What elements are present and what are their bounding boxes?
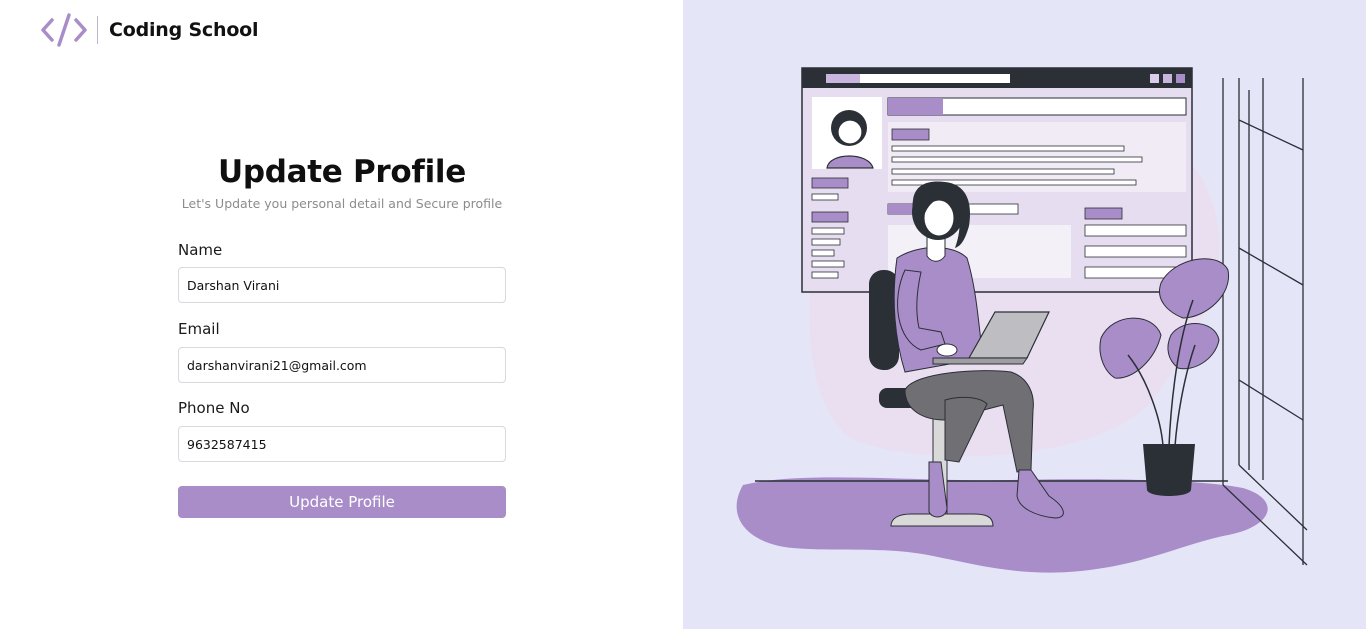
name-label: Name [178,241,223,259]
brand[interactable]: Coding School [40,12,259,48]
email-field[interactable] [178,347,506,383]
page-subtitle: Let's Update you personal detail and Sec… [181,196,503,211]
brand-divider [97,16,98,44]
brand-name: Coding School [109,19,259,41]
code-brackets-icon [41,13,87,47]
illustration-panel [683,0,1366,629]
page-title: Update Profile [218,154,466,190]
woman-laptop-illustration [736,67,1308,573]
email-label: Email [178,320,220,338]
name-field[interactable] [178,267,506,303]
update-profile-button[interactable]: Update Profile [178,486,506,518]
phone-label: Phone No [178,399,250,417]
phone-field[interactable] [178,426,506,462]
update-profile-form: Update Profile Let's Update you personal… [178,154,506,518]
form-panel: Coding School Update Profile Let's Updat… [0,0,683,629]
